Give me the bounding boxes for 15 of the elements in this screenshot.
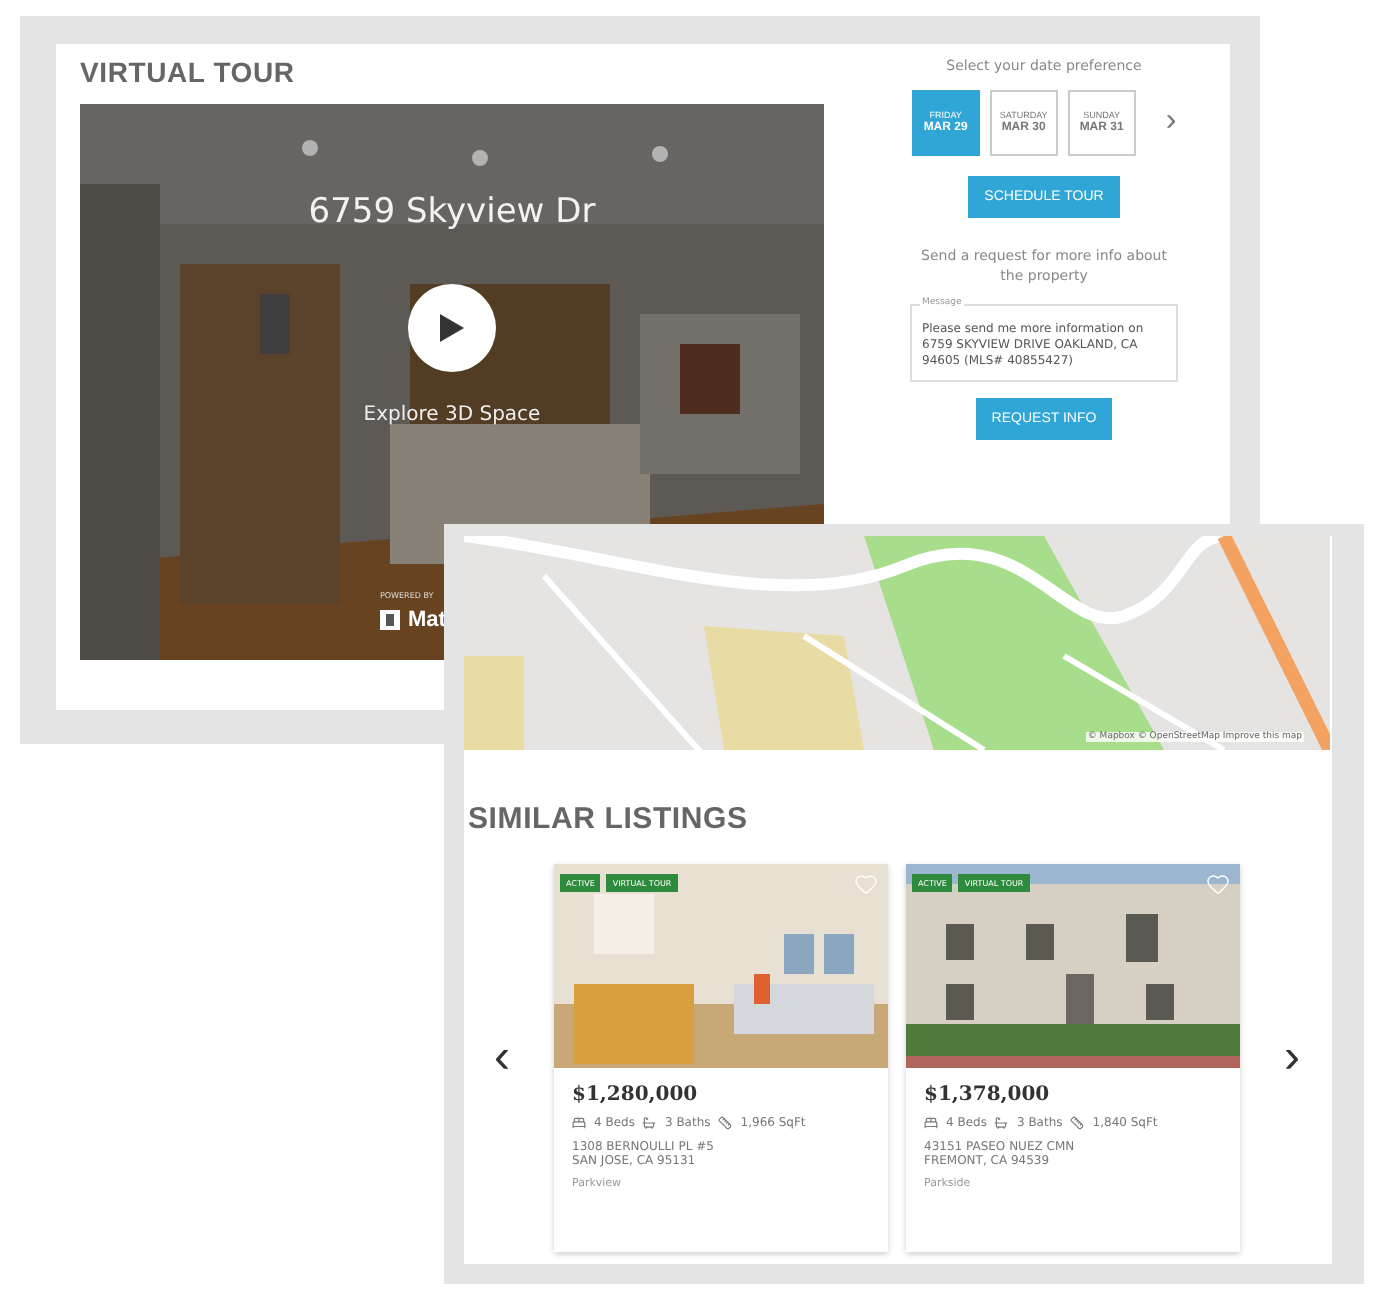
listing-price: $1,280,000 xyxy=(572,1084,700,1106)
favorite-button[interactable] xyxy=(1206,872,1230,896)
bed-icon xyxy=(924,1116,938,1130)
next-button[interactable]: › xyxy=(1258,1030,1326,1086)
bath-icon xyxy=(642,1116,657,1130)
next-dates-button[interactable]: › xyxy=(1145,104,1177,140)
bath-icon xyxy=(994,1116,1009,1130)
listing-price: $1,378,000 xyxy=(924,1084,1052,1106)
previous-button[interactable]: ‹ xyxy=(468,1030,536,1086)
ruler-icon xyxy=(718,1116,733,1130)
bed-icon xyxy=(572,1116,586,1130)
section-title: VIRTUAL TOUR xyxy=(80,56,297,88)
ruler-icon xyxy=(1070,1116,1085,1130)
favorite-button[interactable] xyxy=(854,872,878,896)
section-title: SIMILAR LISTINGS xyxy=(468,802,750,836)
